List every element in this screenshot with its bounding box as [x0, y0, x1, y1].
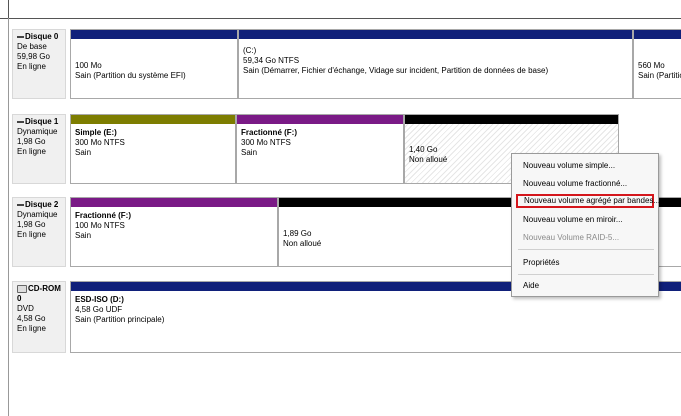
partition-size: 1,89 Go	[283, 229, 312, 238]
partition-title: Fractionné (F:)	[241, 128, 297, 137]
disk-name: Disque 0	[25, 32, 59, 41]
menu-item-new-mirrored-volume[interactable]: Nouveau volume en miroir...	[513, 213, 657, 227]
partition-title: Simple (E:)	[75, 128, 117, 137]
partition-title: (C:)	[243, 46, 257, 55]
disk-size: 1,98 Go	[17, 137, 46, 146]
disk-status: En ligne	[17, 230, 46, 239]
disk-status: En ligne	[17, 324, 46, 333]
context-menu: Nouveau volume simple... Nouveau volume …	[511, 153, 660, 297]
top-pane-edge	[0, 0, 681, 19]
partition-status: Sain (Démarrer, Fichier d'échange, Vidag…	[243, 66, 549, 75]
disk-label[interactable]: Disque 1 Dynamique 1,98 Go En ligne	[12, 114, 66, 184]
partition-c[interactable]: (C:) 59,34 Go NTFS Sain (Démarrer, Fichi…	[238, 29, 633, 99]
disk-label[interactable]: CD-ROM 0 DVD 4,58 Go En ligne	[12, 281, 66, 353]
partition-bar	[237, 115, 403, 124]
dash-icon	[17, 120, 24, 123]
disk-type: Dynamique	[17, 210, 58, 219]
disk-size: 1,98 Go	[17, 220, 46, 229]
dash-icon	[17, 203, 24, 206]
disk-label[interactable]: Disque 0 De base 59,98 Go En ligne	[12, 29, 66, 99]
disk-status: En ligne	[17, 147, 46, 156]
cdrom-icon	[17, 284, 27, 293]
menu-item-new-raid5-volume[interactable]: Nouveau Volume RAID-5...	[513, 231, 657, 245]
partition-bar	[71, 198, 277, 207]
partition-status: Non alloué	[283, 239, 322, 248]
partition-status: Sain	[75, 231, 92, 240]
disk-name: Disque 1	[25, 117, 59, 126]
partition-size: 59,34 Go NTFS	[243, 56, 300, 65]
menu-separator	[518, 274, 654, 275]
disk-name: Disque 2	[25, 200, 59, 209]
menu-separator	[518, 249, 654, 250]
partition-size: 4,58 Go UDF	[75, 305, 123, 314]
partition-efi[interactable]: 100 Mo Sain (Partition du système EFI)	[70, 29, 238, 99]
menu-item-help[interactable]: Aide	[513, 279, 657, 293]
menu-item-properties[interactable]: Propriétés	[513, 256, 657, 270]
disk-row-0: Disque 0 De base 59,98 Go En ligne 100 M…	[12, 29, 681, 99]
menu-item-new-striped-volume[interactable]: Nouveau volume agrégé par bandes...	[516, 194, 660, 208]
partition-status: Sain (Partition du système EFI)	[75, 71, 186, 80]
volume-spanned-f[interactable]: Fractionné (F:) 300 Mo NTFS Sain	[236, 114, 404, 184]
partition-bar	[71, 115, 235, 124]
partition-size: 100 Mo NTFS	[75, 221, 125, 230]
partition-size: 1,40 Go	[409, 145, 438, 154]
disk-status: En ligne	[17, 62, 46, 71]
partition-size: 300 Mo NTFS	[75, 138, 125, 147]
partition-bar	[71, 30, 237, 39]
partition-status: Non alloué	[409, 155, 448, 164]
partition-status: Sain (Partition d	[638, 71, 681, 80]
disk-management-window: Disque 0 De base 59,98 Go En ligne 100 M…	[0, 0, 681, 416]
volume-spanned-f[interactable]: Fractionné (F:) 100 Mo NTFS Sain	[70, 197, 278, 267]
partition-size: 100 Mo	[75, 61, 102, 70]
partition-title: Fractionné (F:)	[75, 211, 131, 220]
volume-simple-e[interactable]: Simple (E:) 300 Mo NTFS Sain	[70, 114, 236, 184]
disk-size: 4,58 Go	[17, 314, 46, 323]
menu-item-new-spanned-volume[interactable]: Nouveau volume fractionné...	[513, 177, 657, 191]
disk-label[interactable]: Disque 2 Dynamique 1,98 Go En ligne	[12, 197, 66, 267]
partition-bar	[634, 30, 681, 39]
partition-size: 300 Mo NTFS	[241, 138, 291, 147]
partition-status: Sain	[241, 148, 258, 157]
disk-type: De base	[17, 42, 47, 51]
partition-status: Sain (Partition principale)	[75, 315, 165, 324]
partition-bar	[405, 115, 618, 124]
disk-type: Dynamique	[17, 127, 58, 136]
partition-bar	[239, 30, 632, 39]
partition-status: Sain	[75, 148, 92, 157]
disk-size: 59,98 Go	[17, 52, 50, 61]
partition-title: ESD-ISO (D:)	[75, 295, 124, 304]
dash-icon	[17, 35, 24, 38]
partition-size: 560 Mo	[638, 61, 665, 70]
partition-recovery[interactable]: 560 Mo Sain (Partition d	[633, 29, 681, 99]
menu-item-new-simple-volume[interactable]: Nouveau volume simple...	[513, 159, 657, 173]
disk-type: DVD	[17, 304, 34, 313]
